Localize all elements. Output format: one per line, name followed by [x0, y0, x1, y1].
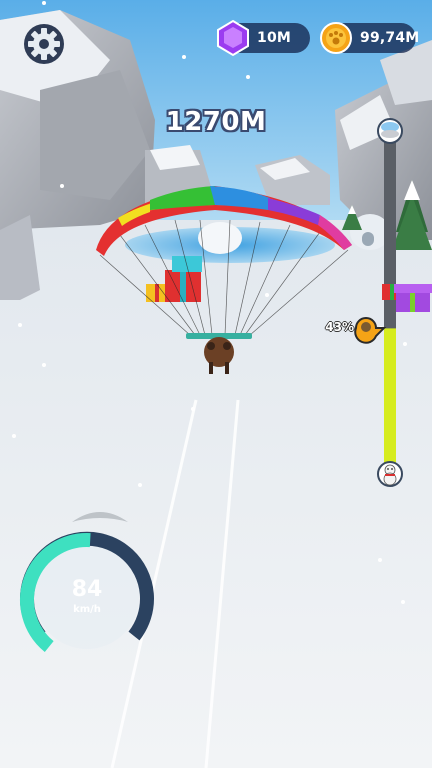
gem-count: 10M [257, 30, 292, 46]
snowman-icon [377, 461, 403, 487]
gem-counter[interactable]: 10M [217, 19, 310, 57]
coin-count: 99,74M [360, 30, 420, 46]
speed-value: 84 [71, 577, 103, 602]
distance-readout: 1270M [165, 107, 267, 137]
speed-unit: km/h [73, 604, 101, 615]
gem-icon [217, 19, 249, 57]
coin-counter[interactable]: 99,74M [320, 22, 420, 54]
snow-field [0, 220, 432, 768]
progress-fill [384, 328, 396, 472]
progress-bar [384, 138, 396, 472]
progress-percent: 43% [325, 320, 354, 334]
settings-button[interactable] [22, 22, 66, 66]
coin-icon [320, 22, 352, 54]
